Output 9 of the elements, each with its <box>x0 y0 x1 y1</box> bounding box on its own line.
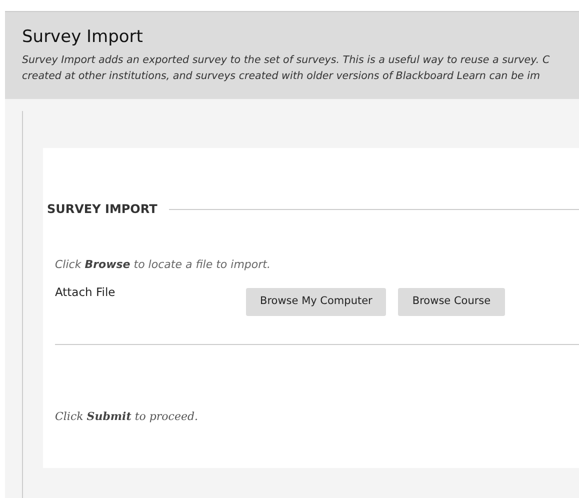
instruction-text: Click Browse to locate a file to import. <box>55 257 272 274</box>
browse-button[interactable]: Browse My Computer <box>246 288 386 316</box>
page-title: Survey Import <box>22 26 144 48</box>
section-heading: SURVEY IMPORT <box>47 202 158 216</box>
instruction-text: Click Submit to proceed. <box>55 408 200 425</box>
description-text: created at other institutions, and surveys created with older versions of Blackboard Learn can be im <box>22 69 542 84</box>
description-text: Survey Import adds an exported survey to the set of surveys. This is a useful way to reuse a survey. C <box>22 53 551 68</box>
browse-button[interactable]: Browse Course <box>398 288 505 316</box>
field-label: Attach File <box>55 284 116 301</box>
